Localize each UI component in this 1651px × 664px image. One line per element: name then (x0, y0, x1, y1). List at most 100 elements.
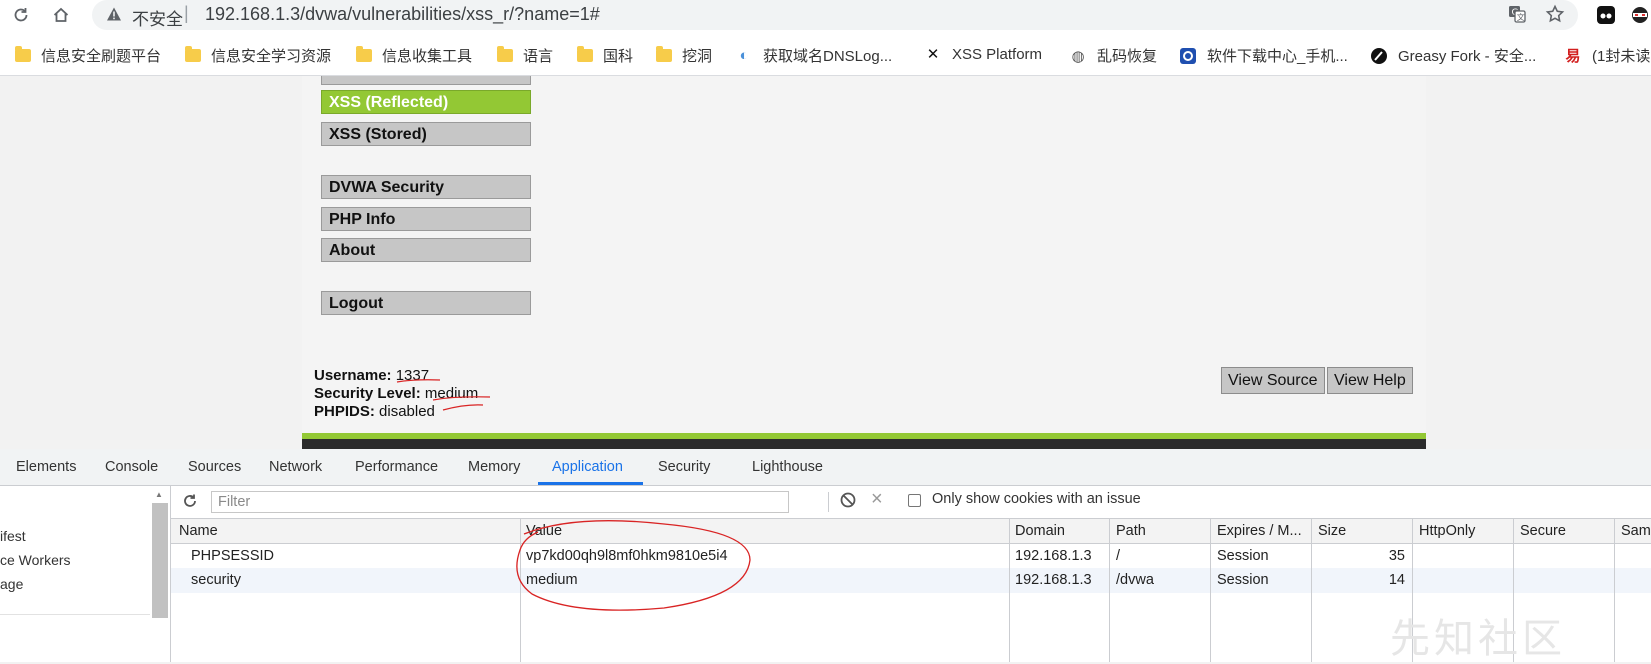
username-label: Username: (314, 367, 392, 384)
menu-item-xss-reflected[interactable]: XSS (Reflected) (321, 90, 531, 114)
watermark-text: 先知社区 (1390, 617, 1566, 661)
column-header-domain[interactable]: Domain (1015, 523, 1065, 539)
tab-network[interactable]: Network (269, 459, 322, 475)
tab-sources[interactable]: Sources (188, 459, 241, 475)
cookie-name-cell[interactable]: security (191, 572, 241, 588)
application-sidebar: ▲ ifest ce Workers age (0, 486, 171, 662)
globe-icon: ◍ (1071, 47, 1085, 65)
devtools-tab-bar: Elements Console Sources Network Perform… (0, 449, 1651, 486)
cookie-size-cell[interactable]: 14 (1318, 572, 1405, 588)
column-header-expires[interactable]: Expires / M... (1217, 523, 1302, 539)
tab-security[interactable]: Security (658, 459, 710, 475)
folder-icon (356, 46, 372, 62)
tab-lighthouse[interactable]: Lighthouse (752, 459, 823, 475)
bookmark-item[interactable]: 国科 (577, 45, 633, 66)
ninja-extension-icon[interactable] (1627, 2, 1651, 28)
sidebar-item-storage[interactable]: age (0, 576, 23, 592)
translate-icon[interactable]: G文 (1507, 4, 1527, 27)
cookies-toolbar: Filter × Only show cookies with an issue (171, 486, 1651, 519)
sidebar-scrollbar[interactable] (152, 503, 168, 618)
folder-icon (656, 46, 672, 62)
column-divider[interactable] (1009, 519, 1010, 662)
view-source-button[interactable]: View Source (1221, 367, 1325, 394)
column-divider[interactable] (1109, 519, 1110, 662)
bookmark-item[interactable]: Greasy Fork - 安全... (1370, 45, 1536, 66)
menu-item-dvwa-security[interactable]: DVWA Security (321, 175, 531, 199)
folder-icon (185, 46, 201, 62)
sidebar-item-manifest[interactable]: ifest (0, 528, 26, 544)
red-circle-annotation (516, 520, 751, 611)
bookmark-item[interactable]: 挖洞 (656, 45, 712, 66)
star-icon[interactable] (1545, 4, 1565, 27)
tab-elements[interactable]: Elements (16, 459, 76, 475)
column-header-secure[interactable]: Secure (1520, 523, 1566, 539)
cookie-size-cell[interactable]: 35 (1318, 548, 1405, 564)
cookie-name-cell[interactable]: PHPSESSID (191, 548, 274, 564)
tab-application[interactable]: Application (552, 459, 623, 475)
column-divider[interactable] (1614, 519, 1615, 662)
column-divider[interactable] (1210, 519, 1211, 662)
menu-item-xss-stored[interactable]: XSS (Stored) (321, 122, 531, 146)
menu-item-logout[interactable]: Logout (321, 291, 531, 315)
cookie-filter-input[interactable]: Filter (211, 491, 789, 513)
red-underline-annotation (396, 379, 491, 411)
tab-performance[interactable]: Performance (355, 459, 438, 475)
only-issue-checkbox[interactable] (908, 494, 921, 507)
cookie-domain-cell[interactable]: 192.168.1.3 (1015, 548, 1092, 564)
warning-icon (106, 6, 122, 25)
bookmarks-bar: 信息安全刷题平台 信息安全学习资源 信息收集工具 语言 国科 挖洞 ◐ 获取域名D… (0, 39, 1651, 71)
footer-dark-bar (302, 439, 1426, 449)
browser-chrome: 不安全 | 192.168.1.3/dvwa/vulnerabilities/x… (0, 0, 1651, 76)
column-header-size[interactable]: Size (1318, 523, 1346, 539)
address-bar[interactable]: 不安全 | 192.168.1.3/dvwa/vulnerabilities/x… (92, 0, 1578, 30)
phpids-label: PHPIDS: (314, 403, 375, 420)
menu-item-partial[interactable] (321, 76, 531, 85)
bookmark-item[interactable]: 软件下载中心_手机... (1179, 45, 1348, 66)
mail-icon: 易 (1565, 48, 1581, 65)
filter-placeholder: Filter (218, 494, 251, 510)
extension-icon[interactable] (1593, 2, 1619, 28)
column-header-httponly[interactable]: HttpOnly (1419, 523, 1475, 539)
refresh-icon[interactable] (181, 492, 199, 513)
bookmark-item[interactable]: 语言 (497, 45, 553, 66)
cookie-path-cell[interactable]: / (1116, 548, 1120, 564)
bookmark-item[interactable]: ✕ XSS Platform (924, 45, 1042, 64)
bookmark-item[interactable]: 信息安全学习资源 (185, 45, 331, 66)
sidebar-separator (0, 614, 150, 615)
only-issue-label: Only show cookies with an issue (932, 491, 1141, 507)
bookmark-item[interactable]: 易 (1封未读 (1564, 45, 1650, 66)
cookie-expires-cell[interactable]: Session (1217, 548, 1269, 564)
folder-icon (497, 46, 513, 62)
omnibox-divider: | (184, 3, 189, 23)
bookmark-item[interactable]: 信息收集工具 (356, 45, 472, 66)
url-text[interactable]: 192.168.1.3/dvwa/vulnerabilities/xss_r/?… (205, 4, 600, 25)
home-icon[interactable] (48, 2, 74, 28)
insecure-label[interactable]: 不安全 (132, 5, 183, 30)
column-header-path[interactable]: Path (1116, 523, 1146, 539)
xss-icon: ✕ (926, 46, 940, 63)
tab-memory[interactable]: Memory (468, 459, 520, 475)
menu-item-php-info[interactable]: PHP Info (321, 207, 531, 231)
view-help-button[interactable]: View Help (1327, 367, 1413, 394)
clear-all-icon[interactable] (839, 491, 857, 512)
column-header-samesite[interactable]: Sam (1621, 523, 1651, 539)
cookie-expires-cell[interactable]: Session (1217, 572, 1269, 588)
active-tab-indicator (538, 482, 643, 485)
tab-console[interactable]: Console (105, 459, 158, 475)
download-icon (1179, 47, 1197, 65)
table-row-alt-bg (171, 568, 1651, 593)
folder-icon (15, 46, 31, 62)
toolbar-separator (828, 492, 829, 512)
cookie-domain-cell[interactable]: 192.168.1.3 (1015, 572, 1092, 588)
bookmark-item[interactable]: ◐ 获取域名DNSLog... (735, 45, 892, 66)
scroll-up-icon[interactable]: ▲ (155, 490, 163, 499)
menu-item-about[interactable]: About (321, 238, 531, 262)
delete-selected-icon[interactable]: × (871, 488, 883, 511)
sidebar-item-service-workers[interactable]: ce Workers (0, 552, 71, 568)
column-divider[interactable] (1311, 519, 1312, 662)
bookmark-item[interactable]: ◍ 乱码恢复 (1069, 45, 1157, 66)
column-header-name[interactable]: Name (179, 523, 218, 539)
cookie-path-cell[interactable]: /dvwa (1116, 572, 1154, 588)
reload-icon[interactable] (8, 2, 34, 28)
bookmark-item[interactable]: 信息安全刷题平台 (15, 45, 161, 66)
